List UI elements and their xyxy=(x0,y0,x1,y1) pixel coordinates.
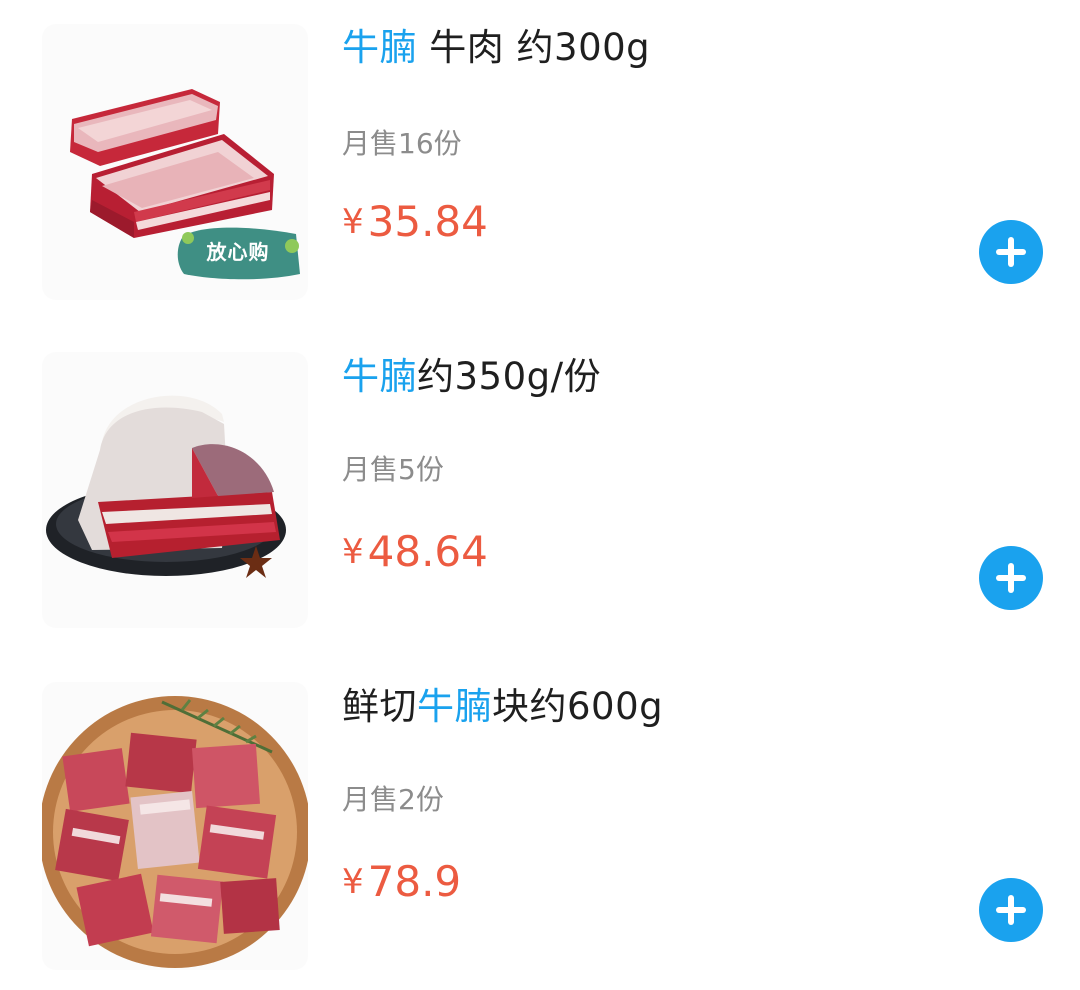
product-price: ¥78.9 xyxy=(342,856,461,917)
product-price: ¥35.84 xyxy=(342,196,488,257)
product-title[interactable]: 牛腩约350g/份 xyxy=(342,352,601,402)
price-value: 48.64 xyxy=(367,527,488,576)
currency-symbol: ¥ xyxy=(342,202,364,242)
title-rest: 块约600g xyxy=(492,685,664,728)
trust-badge: 放心购 xyxy=(178,228,298,276)
title-rest: 牛肉 约300g xyxy=(417,26,651,69)
plus-icon xyxy=(1008,237,1014,267)
product-price: ¥48.64 xyxy=(342,526,488,587)
monthly-sales: 月售5份 xyxy=(342,453,444,486)
plus-icon xyxy=(1008,895,1014,925)
currency-symbol: ¥ xyxy=(342,862,364,902)
add-to-cart-button[interactable] xyxy=(979,546,1043,610)
plus-icon xyxy=(1008,563,1014,593)
monthly-sales: 月售2份 xyxy=(342,783,444,816)
title-rest: 约350g/份 xyxy=(417,355,602,398)
product-title[interactable]: 鲜切牛腩块约600g xyxy=(342,682,663,732)
badge-label: 放心购 xyxy=(206,240,270,264)
product-image[interactable] xyxy=(42,682,308,970)
title-highlight: 牛腩 xyxy=(342,26,417,69)
product-item[interactable]: 鲜切牛腩块约600g 月售2份 ¥78.9 xyxy=(0,660,1080,990)
beef-cubes-board-image xyxy=(42,696,308,968)
add-to-cart-button[interactable] xyxy=(979,878,1043,942)
add-to-cart-button[interactable] xyxy=(979,220,1043,284)
product-item[interactable]: 牛腩约350g/份 月售5份 ¥48.64 xyxy=(0,330,1080,660)
price-value: 78.9 xyxy=(367,857,462,906)
product-image[interactable]: 放心购 xyxy=(42,24,308,300)
title-highlight: 牛腩 xyxy=(417,685,492,728)
product-item[interactable]: 放心购 牛腩 牛肉 约300g 月售16份 ¥35.84 xyxy=(0,0,1080,330)
product-image[interactable] xyxy=(42,352,308,628)
title-prefix: 鲜切 xyxy=(342,685,417,728)
monthly-sales: 月售16份 xyxy=(342,127,462,160)
price-value: 35.84 xyxy=(367,197,488,246)
product-title[interactable]: 牛腩 牛肉 约300g xyxy=(342,23,650,73)
title-highlight: 牛腩 xyxy=(342,355,417,398)
beef-brisket-plate-image xyxy=(46,395,286,578)
currency-symbol: ¥ xyxy=(342,532,364,572)
